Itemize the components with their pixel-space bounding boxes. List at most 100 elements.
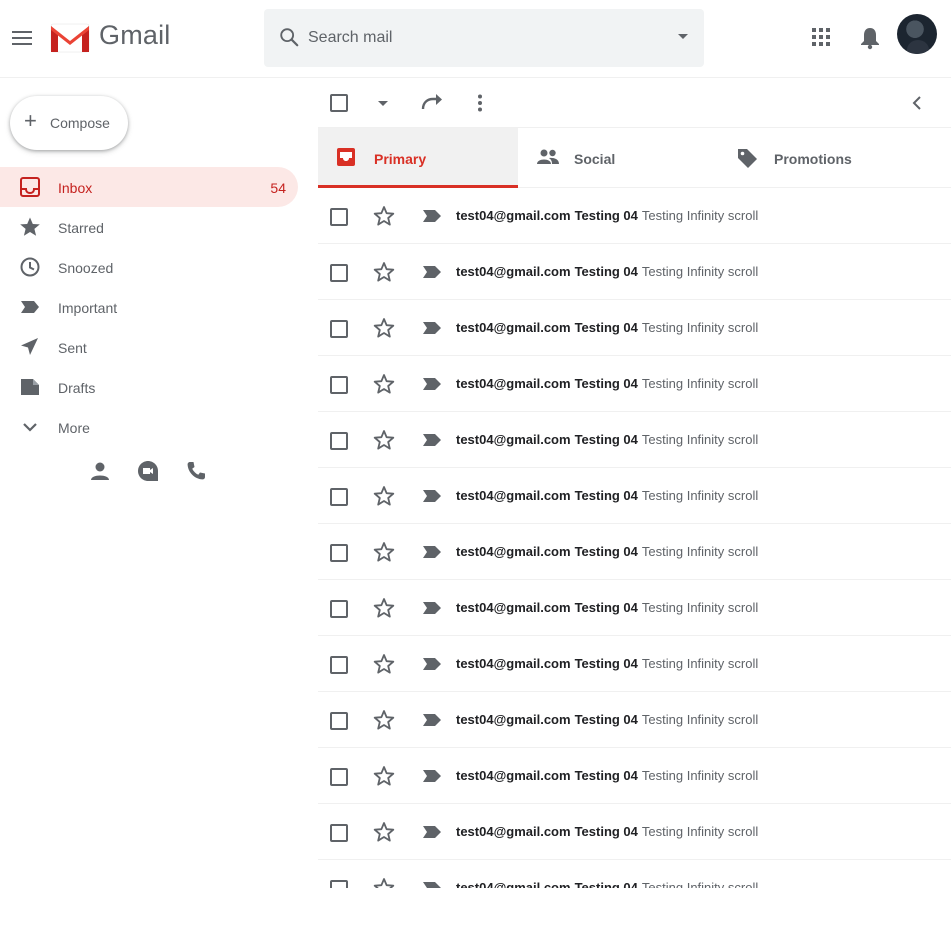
email-row[interactable]: test04@gmail.com Testing 04 Testing Infini…	[318, 300, 951, 356]
email-row[interactable]: test04@gmail.com Testing 04 Testing Infini…	[318, 412, 951, 468]
email-snippet: Testing Infinity scroll	[641, 600, 759, 615]
gmail-logo-icon[interactable]	[50, 22, 90, 54]
email-sender: test04@gmail.com	[456, 656, 571, 671]
important-marker-icon[interactable]	[422, 265, 442, 279]
star-outline-icon[interactable]	[373, 205, 395, 227]
sidebar-item-inbox[interactable]: Inbox 54	[0, 167, 298, 207]
email-snippet: Testing Infinity scroll	[641, 880, 759, 888]
person-icon[interactable]	[89, 460, 111, 482]
notifications-bell-icon[interactable]	[859, 26, 881, 50]
sidebar-item-label: More	[58, 420, 90, 436]
row-checkbox[interactable]	[330, 320, 348, 338]
search-options-caret-icon[interactable]	[678, 34, 688, 39]
row-checkbox[interactable]	[330, 544, 348, 562]
tab-primary[interactable]: Primary	[318, 128, 518, 188]
star-outline-icon[interactable]	[373, 709, 395, 731]
email-row[interactable]: test04@gmail.com Testing 04 Testing Infini…	[318, 636, 951, 692]
email-subject: Testing 04	[574, 376, 638, 391]
sidebar-item-snoozed[interactable]: Snoozed	[0, 247, 298, 287]
row-checkbox[interactable]	[330, 264, 348, 282]
important-marker-icon[interactable]	[422, 713, 442, 727]
chevron-left-icon[interactable]	[910, 95, 924, 111]
select-all-checkbox[interactable]	[330, 94, 348, 112]
important-marker-icon[interactable]	[422, 657, 442, 671]
email-sender: test04@gmail.com	[456, 208, 571, 223]
tag-icon	[738, 149, 757, 168]
star-outline-icon[interactable]	[373, 597, 395, 619]
search-icon[interactable]	[278, 26, 300, 48]
row-checkbox[interactable]	[330, 656, 348, 674]
unread-count: 54	[270, 180, 286, 196]
row-checkbox[interactable]	[330, 208, 348, 226]
email-row[interactable]: test04@gmail.com Testing 04 Testing Infini…	[318, 748, 951, 804]
more-vert-icon[interactable]	[475, 94, 485, 112]
star-outline-icon[interactable]	[373, 261, 395, 283]
star-outline-icon[interactable]	[373, 653, 395, 675]
sidebar-item-drafts[interactable]: Drafts	[0, 367, 298, 407]
email-sender: test04@gmail.com	[456, 488, 571, 503]
sidebar-item-more[interactable]: More	[0, 407, 298, 447]
email-row[interactable]: test04@gmail.com Testing 04 Testing Infini…	[318, 468, 951, 524]
star-outline-icon[interactable]	[373, 317, 395, 339]
phone-icon[interactable]	[185, 460, 207, 482]
star-outline-icon[interactable]	[373, 373, 395, 395]
star-outline-icon[interactable]	[373, 765, 395, 787]
email-row[interactable]: test04@gmail.com Testing 04 Testing Infini…	[318, 580, 951, 636]
important-marker-icon[interactable]	[422, 377, 442, 391]
sidebar-item-starred[interactable]: Starred	[0, 207, 298, 247]
email-sender: test04@gmail.com	[456, 264, 571, 279]
plus-icon: +	[24, 108, 37, 133]
chevron-down-icon	[23, 423, 37, 432]
email-row[interactable]: test04@gmail.com Testing 04 Testing Infini…	[318, 804, 951, 860]
compose-button[interactable]: + Compose	[10, 96, 128, 150]
star-outline-icon[interactable]	[373, 485, 395, 507]
video-icon[interactable]	[137, 460, 159, 482]
row-checkbox[interactable]	[330, 768, 348, 786]
row-checkbox[interactable]	[330, 488, 348, 506]
email-sender: test04@gmail.com	[456, 824, 571, 839]
email-row[interactable]: test04@gmail.com Testing 04 Testing Infini…	[318, 860, 951, 888]
email-snippet: Testing Infinity scroll	[641, 320, 759, 335]
email-row[interactable]: test04@gmail.com Testing 04 Testing Infini…	[318, 524, 951, 580]
refresh-icon[interactable]	[420, 92, 444, 114]
row-checkbox[interactable]	[330, 376, 348, 394]
important-marker-icon[interactable]	[422, 433, 442, 447]
email-subject: Testing 04	[574, 880, 638, 888]
important-marker-icon[interactable]	[422, 489, 442, 503]
inbox-icon	[337, 148, 355, 166]
star-outline-icon[interactable]	[373, 821, 395, 843]
star-outline-icon[interactable]	[373, 541, 395, 563]
row-checkbox[interactable]	[330, 880, 348, 888]
email-row[interactable]: test04@gmail.com Testing 04 Testing Infini…	[318, 244, 951, 300]
email-sender: test04@gmail.com	[456, 376, 571, 391]
main-menu-button[interactable]	[10, 27, 34, 49]
send-icon	[21, 338, 38, 355]
important-marker-icon[interactable]	[422, 881, 442, 888]
star-outline-icon[interactable]	[373, 877, 395, 888]
apps-grid-icon[interactable]	[812, 28, 832, 48]
email-sender: test04@gmail.com	[456, 544, 571, 559]
email-row[interactable]: test04@gmail.com Testing 04 Testing Infini…	[318, 188, 951, 244]
tab-promotions[interactable]: Promotions	[718, 128, 918, 188]
important-marker-icon[interactable]	[422, 321, 442, 335]
search-input[interactable]	[308, 23, 658, 53]
tab-label: Promotions	[774, 151, 852, 167]
important-marker-icon[interactable]	[422, 769, 442, 783]
account-avatar[interactable]	[897, 14, 937, 54]
important-marker-icon[interactable]	[422, 601, 442, 615]
tab-social[interactable]: Social	[518, 128, 718, 188]
important-marker-icon[interactable]	[422, 209, 442, 223]
row-checkbox[interactable]	[330, 600, 348, 618]
row-checkbox[interactable]	[330, 824, 348, 842]
email-row[interactable]: test04@gmail.com Testing 04 Testing Infini…	[318, 692, 951, 748]
row-checkbox[interactable]	[330, 712, 348, 730]
row-checkbox[interactable]	[330, 432, 348, 450]
email-row[interactable]: test04@gmail.com Testing 04 Testing Infini…	[318, 356, 951, 412]
important-marker-icon[interactable]	[422, 825, 442, 839]
sidebar-item-sent[interactable]: Sent	[0, 327, 298, 367]
search-bar[interactable]	[264, 9, 704, 67]
important-marker-icon[interactable]	[422, 545, 442, 559]
select-options-caret-icon[interactable]	[378, 101, 388, 106]
star-outline-icon[interactable]	[373, 429, 395, 451]
sidebar-item-important[interactable]: Important	[0, 287, 298, 327]
